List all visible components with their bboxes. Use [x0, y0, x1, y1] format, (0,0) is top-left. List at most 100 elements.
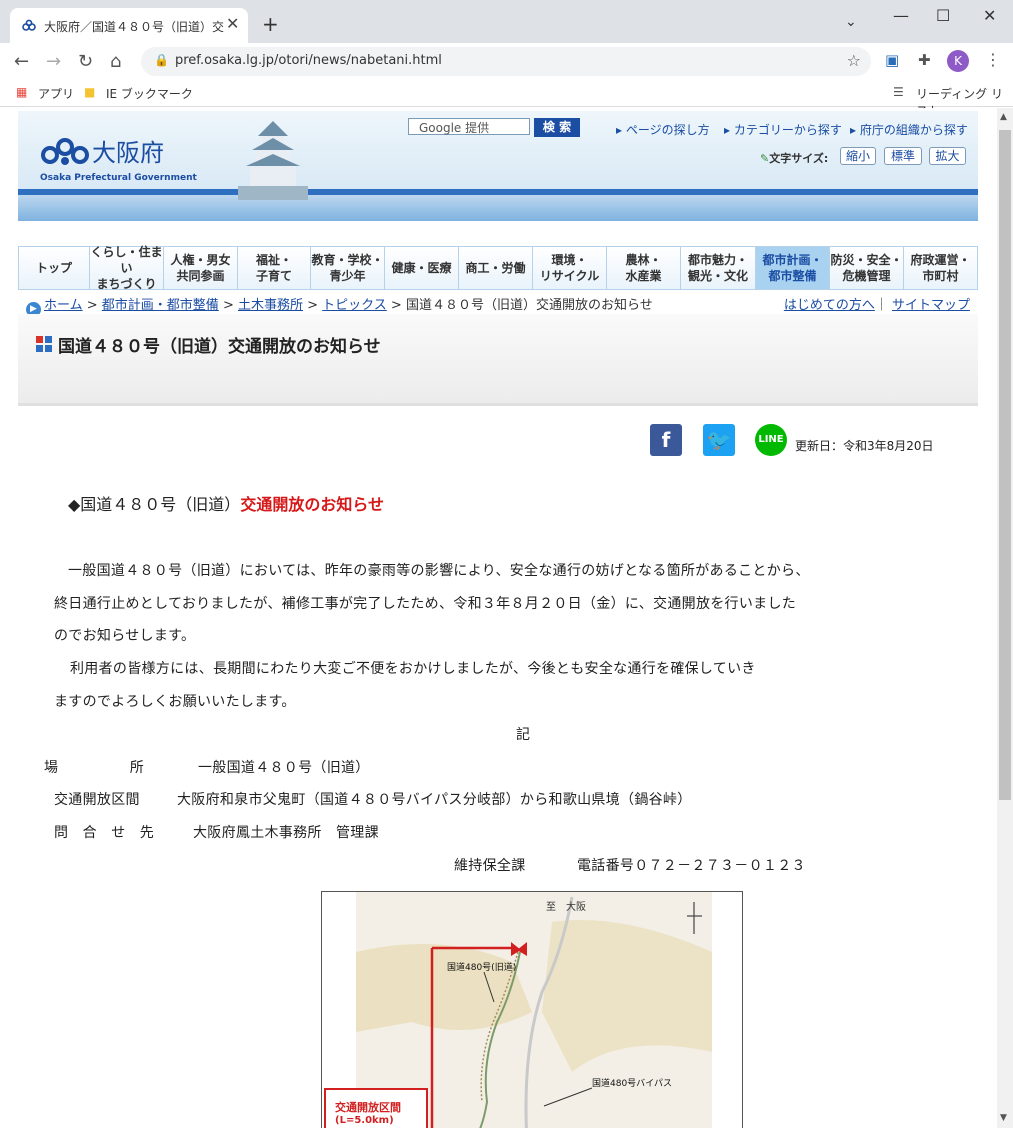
breadcrumb-urban[interactable]: 都市計画・都市整備 — [102, 298, 219, 313]
body-line-5: ますのでよろしくお願いいたします。 — [54, 694, 296, 710]
nav-environment-line2: リサイクル — [539, 269, 600, 283]
logo-english: Osaka Prefectural Government — [40, 173, 197, 183]
nav-living-label: くらし・住まい まちづくり — [90, 244, 163, 292]
vertical-scrollbar[interactable]: ▲ ▼ — [997, 108, 1013, 1128]
nav-human-rights-label: 人権・男女 共同参画 — [170, 252, 230, 284]
map-section-length: (L=5.0km) — [335, 1115, 394, 1126]
pencil-icon: ✎ — [760, 152, 770, 165]
osaka-castle-icon — [238, 121, 308, 200]
nav-commerce[interactable]: 商工・労働 — [459, 247, 533, 289]
browser-tab[interactable]: 大阪府／国道４８０号（旧道）交 ✕ — [10, 8, 248, 43]
url-text: pref.osaka.lg.jp/otori/news/nabetani.htm… — [175, 53, 442, 68]
twitter-icon[interactable]: 🐦 — [703, 424, 735, 456]
address-bar[interactable]: 🔒 pref.osaka.lg.jp/otori/news/nabetani.h… — [141, 47, 871, 76]
font-large-button[interactable]: 拡大 — [929, 147, 966, 165]
nav-disaster-label: 防災・安全・ 危機管理 — [830, 252, 902, 284]
close-tab-icon[interactable]: ✕ — [226, 14, 239, 33]
first-time-link[interactable]: はじめての方へ — [784, 298, 875, 313]
nav-education[interactable]: 教育・学校・ 青少年 — [311, 247, 385, 289]
nav-education-line2: 青少年 — [329, 269, 366, 283]
nav-agriculture-line1: 農林・ — [625, 253, 662, 267]
link-page-find[interactable]: ▸ ページの探し方 — [616, 121, 710, 138]
global-navigation: トップ くらし・住まい まちづくり 人権・男女共同参画 福祉・ 子育て 教育・学校・… — [18, 244, 978, 292]
link-page-find-label: ページの探し方 — [625, 123, 710, 137]
nav-tourism[interactable]: 都市魅力・ 観光・文化 — [681, 247, 756, 289]
place-value: 一般国道４８０号（旧道） — [198, 760, 370, 776]
bookmarks-bar: ▦ アプリ ■ IE ブックマーク ☰ リーディング リスト — [0, 79, 1013, 118]
breadcrumb: ▶ ホーム > 都市計画・都市整備 > 土木事務所 > トピックス > 国道４８０… — [18, 293, 978, 317]
body-line-1: 一般国道４８０号（旧道）においては、昨年の豪雨等の影響により、安全な通行の妨げと… — [68, 563, 810, 579]
minimize-icon[interactable]: — — [893, 6, 909, 25]
utility-links: はじめての方へ｜ サイトマップ — [783, 298, 970, 313]
new-tab-icon[interactable]: + — [262, 12, 279, 36]
puzzle-icon[interactable]: ✚ — [918, 51, 931, 69]
headline-emphasis: 交通開放のお知らせ — [240, 495, 384, 514]
home-icon[interactable]: ⌂ — [110, 51, 121, 72]
tab-search-icon[interactable]: ⌄ — [845, 14, 857, 30]
breadcrumb-topics[interactable]: トピックス — [322, 298, 387, 313]
nav-agriculture[interactable]: 農林・ 水産業 — [607, 247, 681, 289]
scroll-down-icon[interactable]: ▼ — [1000, 1113, 1007, 1123]
sitemap-link[interactable]: サイトマップ — [892, 298, 970, 313]
breadcrumb-home[interactable]: ホーム — [44, 298, 83, 313]
close-window-icon[interactable]: ✕ — [983, 6, 996, 25]
nav-urban-planning-line2: 都市整備 — [768, 269, 817, 283]
scrollbar-thumb[interactable] — [999, 130, 1011, 800]
nav-welfare-line1: 福祉・ — [255, 253, 292, 267]
back-icon[interactable]: ← — [14, 51, 29, 72]
section-label: 交通開放区間 — [54, 792, 140, 808]
map-old-road-label: 国道480号(旧道) — [447, 963, 517, 973]
updated-date: 更新日：令和3年8月20日 — [795, 439, 934, 453]
nav-welfare-label: 福祉・ 子育て — [256, 252, 292, 284]
nav-agriculture-label: 農林・ 水産業 — [625, 252, 661, 284]
link-organization[interactable]: ▸ 府庁の組織から探す — [850, 121, 968, 138]
profile-avatar[interactable]: K — [947, 50, 969, 72]
nav-welfare[interactable]: 福祉・ 子育て — [238, 247, 311, 289]
nav-health[interactable]: 健康・医療 — [385, 247, 459, 289]
maximize-icon[interactable]: ☐ — [936, 6, 950, 25]
bookmark-apps[interactable]: アプリ — [38, 85, 74, 102]
nav-disaster[interactable]: 防災・安全・ 危機管理 — [830, 247, 904, 289]
nav-urban-planning[interactable]: 都市計画・ 都市整備 — [756, 247, 830, 289]
lock-icon: 🔒 — [154, 53, 169, 67]
nav-administration-label: 府政運営・ 市町村 — [910, 252, 970, 284]
folder-icon: ■ — [84, 85, 96, 99]
nav-tourism-label: 都市魅力・ 観光・文化 — [688, 252, 748, 284]
scroll-up-icon[interactable]: ▲ — [1000, 112, 1007, 122]
nav-human-rights-line2: 共同参画 — [176, 269, 225, 283]
menu-icon[interactable]: ⋮ — [985, 50, 1001, 69]
nav-living[interactable]: くらし・住まい まちづくり — [90, 244, 164, 292]
nav-education-line1: 教育・学校・ — [311, 253, 384, 267]
breadcrumb-current: 国道４８０号（旧道）交通開放のお知らせ — [405, 298, 653, 313]
font-normal-button[interactable]: 標準 — [884, 147, 922, 165]
nav-top[interactable]: トップ — [19, 247, 90, 289]
nav-environment[interactable]: 環境・ リサイクル — [533, 247, 607, 289]
nav-human-rights[interactable]: 人権・男女 共同参画 — [164, 247, 238, 289]
body-line-4: 利用者の皆様方には、長期間にわたり大変ご不便をおかけしましたが、今後とも安全な通… — [70, 661, 756, 677]
forward-icon[interactable]: → — [46, 51, 61, 72]
facebook-icon[interactable]: f — [650, 424, 682, 456]
breadcrumb-doboku[interactable]: 土木事務所 — [238, 298, 303, 313]
nav-administration-line2: 市町村 — [922, 269, 959, 283]
site-logo[interactable]: 大阪府 Osaka Prefectural Government — [40, 133, 197, 188]
tab-title: 大阪府／国道４８０号（旧道）交 — [44, 20, 224, 34]
extension-icon[interactable]: ▣ — [885, 51, 899, 69]
font-size-label: ✎文字サイズ: — [760, 150, 828, 166]
nav-administration[interactable]: 府政運営・ 市町村 — [904, 247, 977, 289]
apps-icon[interactable]: ▦ — [16, 85, 27, 99]
headline-prefix: ◆国道４８０号（旧道） — [68, 495, 241, 514]
search-button[interactable]: 検 索 — [534, 118, 580, 137]
line-icon[interactable]: LINE — [755, 424, 787, 456]
link-category[interactable]: ▸ カテゴリーから探す — [724, 121, 842, 138]
nav-top-label: トップ — [35, 261, 72, 275]
reload-icon[interactable]: ↻ — [78, 51, 93, 72]
bookmark-ie[interactable]: IE ブックマーク — [106, 85, 193, 102]
bookmark-star-icon[interactable]: ☆ — [847, 51, 861, 70]
google-search-input[interactable]: Google 提供 — [408, 118, 530, 135]
nav-urban-planning-label: 都市計画・ 都市整備 — [762, 252, 822, 284]
contact-dept: 維持保全課 — [454, 858, 526, 874]
nav-human-rights-line1: 人権・男女 — [170, 253, 231, 267]
nav-health-label: 健康・医療 — [391, 261, 452, 275]
nav-living-line1: くらし・住まい — [90, 245, 163, 275]
font-small-button[interactable]: 縮小 — [840, 147, 876, 165]
